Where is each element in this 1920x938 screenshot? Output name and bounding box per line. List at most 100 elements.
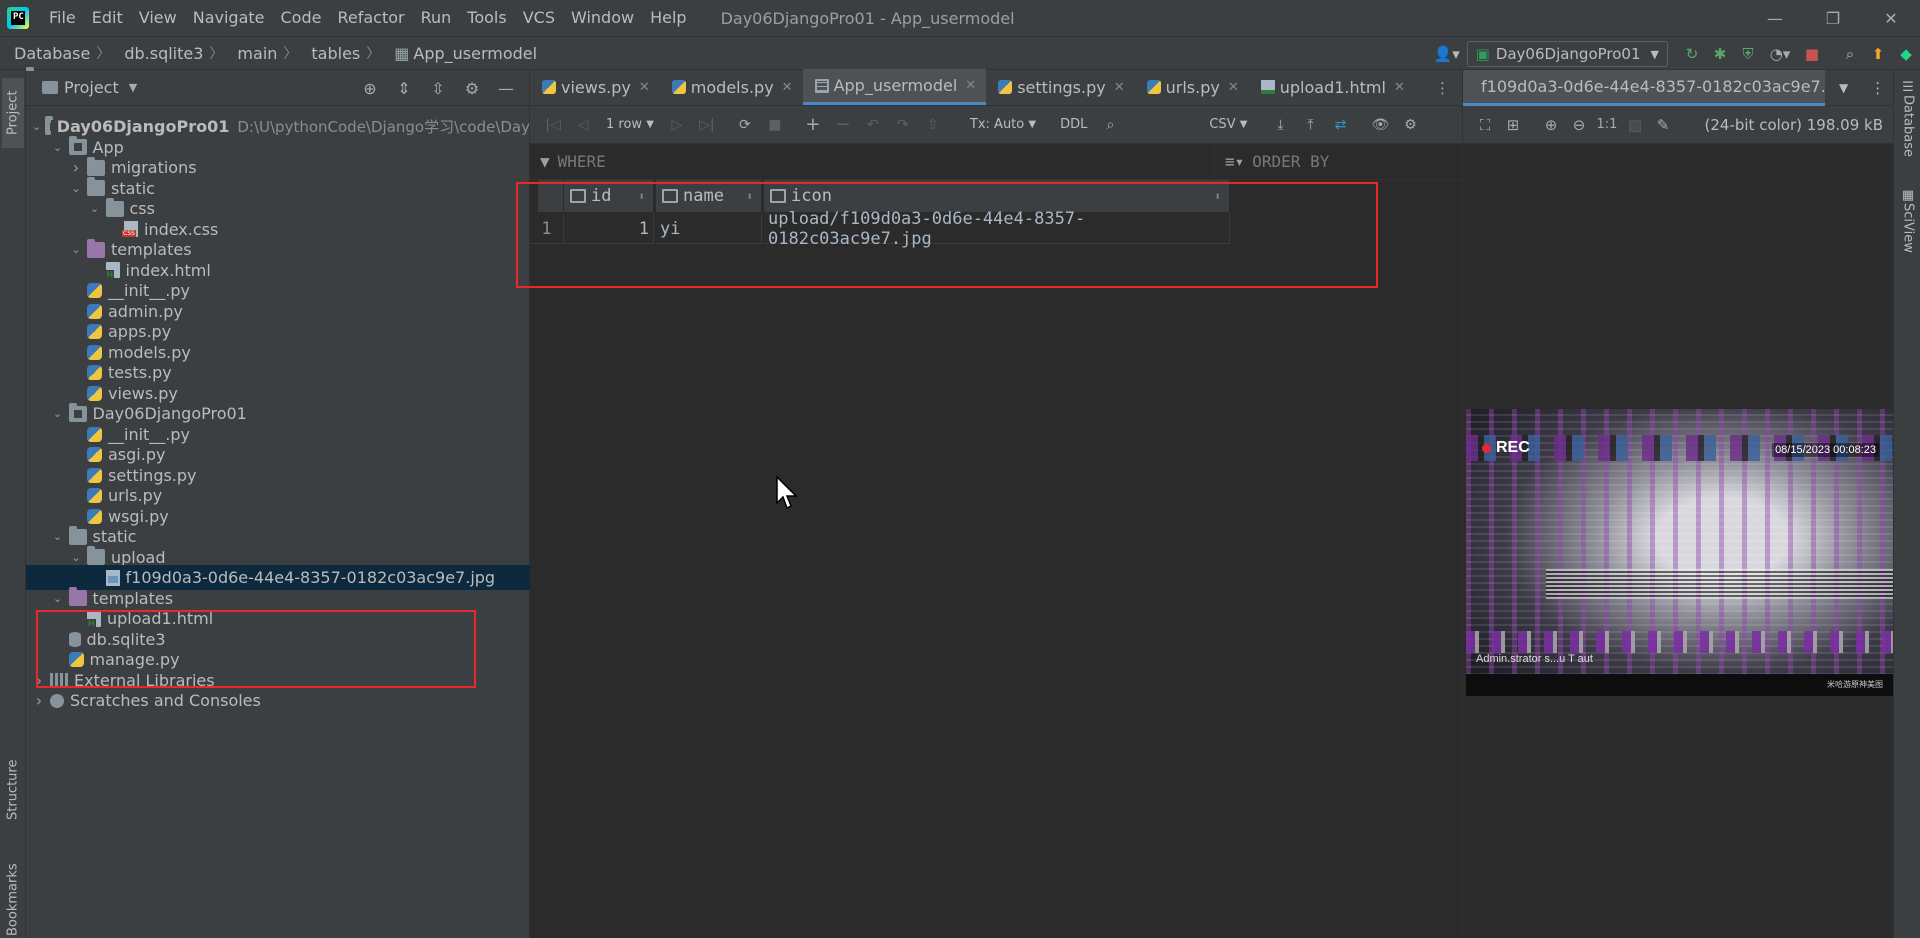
submit-icon[interactable]: ⇧ <box>920 112 946 138</box>
revert-selected-icon[interactable]: ↷ <box>890 112 916 138</box>
zoom-in-icon[interactable]: ⊕ <box>1537 116 1565 134</box>
sort-icon[interactable]: ⬍ <box>1214 190 1221 203</box>
first-page-icon[interactable]: |◁ <box>540 112 566 138</box>
chevron-down-icon[interactable]: ⌄ <box>51 141 65 154</box>
tab-views-py[interactable]: views.py ✕ <box>530 69 660 105</box>
ddl-button[interactable]: DDL <box>1054 112 1093 138</box>
project-tool-tab[interactable]: Project <box>2 78 24 148</box>
add-row-icon[interactable]: + <box>800 112 826 138</box>
color-picker-icon[interactable]: ✎ <box>1649 116 1677 134</box>
close-window-button[interactable]: ✕ <box>1862 0 1920 36</box>
tree-item[interactable]: › Scratches and Consoles <box>26 688 530 713</box>
actual-size-button[interactable]: 1:1 <box>1593 117 1621 132</box>
where-filter-input[interactable]: ▼ WHERE <box>530 152 1214 171</box>
sort-icon[interactable]: ⬍ <box>746 190 753 203</box>
search-icon[interactable]: ⌕ <box>1097 112 1123 138</box>
last-page-icon[interactable]: ▷| <box>694 112 720 138</box>
refresh-icon[interactable]: ⟳ <box>732 112 758 138</box>
stop-icon[interactable]: ■ <box>1798 40 1826 68</box>
menu-code[interactable]: Code <box>273 0 330 36</box>
project-panel-title[interactable]: Project <box>64 78 119 97</box>
zoom-out-icon[interactable]: ⊖ <box>1565 116 1593 134</box>
menu-run[interactable]: Run <box>413 0 460 36</box>
menu-edit[interactable]: Edit <box>84 0 131 36</box>
run-configuration-select[interactable]: ▣ Day06DjangoPro01 ▼ <box>1466 41 1668 67</box>
close-tab-icon[interactable]: ✕ <box>1394 80 1405 95</box>
chevron-right-icon[interactable]: › <box>32 691 46 710</box>
breadcrumb-item[interactable]: tables 〉 <box>297 43 380 63</box>
chevron-down-icon[interactable]: ▼ <box>1839 81 1848 95</box>
expand-all-icon[interactable]: ⇕ <box>387 79 421 98</box>
column-header-icon[interactable]: icon ⬍ <box>764 180 1230 212</box>
compare-icon[interactable]: ⇄ <box>1327 112 1353 138</box>
close-tab-icon[interactable]: ✕ <box>782 80 793 95</box>
search-everywhere-icon[interactable]: ⌕ <box>1836 40 1864 68</box>
import-icon[interactable]: ⤒ <box>1297 112 1323 138</box>
bookmarks-tool-tab[interactable]: Bookmarks <box>2 860 24 938</box>
jetbrains-toolbox-icon[interactable]: ◆ <box>1892 40 1920 68</box>
chevron-down-icon[interactable]: ⌄ <box>69 243 83 256</box>
next-page-icon[interactable]: ▷ <box>664 112 690 138</box>
chevron-down-icon[interactable]: ⌄ <box>88 202 102 215</box>
table-cell-name[interactable]: yi <box>656 214 762 244</box>
view-icon[interactable]: 👁 <box>1367 112 1393 138</box>
chevron-right-icon[interactable]: › <box>69 158 83 177</box>
collapse-all-icon[interactable]: ⇳ <box>421 79 455 98</box>
stop-query-icon[interactable]: ■ <box>762 112 788 138</box>
table-cell-id[interactable]: 1 <box>564 214 654 244</box>
tab-settings-py[interactable]: settings.py ✕ <box>986 69 1134 105</box>
rerun-icon[interactable]: ↻ <box>1678 40 1706 68</box>
menu-file[interactable]: File <box>41 0 84 36</box>
chevron-down-icon[interactable]: ⌄ <box>51 530 65 543</box>
background-icon[interactable]: ▨ <box>1621 116 1649 134</box>
close-tab-icon[interactable]: ✕ <box>1114 80 1125 95</box>
transaction-mode-select[interactable]: Tx: Auto ▼ <box>964 112 1042 138</box>
chevron-down-icon[interactable]: ⌄ <box>32 120 41 133</box>
menu-help[interactable]: Help <box>642 0 694 36</box>
minimize-button[interactable]: — <box>1746 0 1804 36</box>
order-by-input[interactable]: ≡▾ ORDER BY <box>1214 143 1462 180</box>
update-icon[interactable]: ⬆ <box>1864 40 1892 68</box>
hide-icon[interactable]: — <box>489 79 523 98</box>
breadcrumb-item[interactable]: Database 〉 <box>0 43 110 63</box>
close-tab-icon[interactable]: ✕ <box>639 80 650 95</box>
grid-icon[interactable]: ⊞ <box>1499 116 1527 134</box>
menu-tools[interactable]: Tools <box>459 0 514 36</box>
breadcrumb-item[interactable]: db.sqlite3 〉 <box>110 43 223 63</box>
restore-button[interactable]: ❐ <box>1804 0 1862 36</box>
tab-models-py[interactable]: models.py ✕ <box>660 69 803 105</box>
tab-urls-py[interactable]: urls.py ✕ <box>1135 69 1249 105</box>
row-number[interactable]: 1 <box>530 214 564 244</box>
menu-view[interactable]: View <box>131 0 185 36</box>
close-tab-icon[interactable]: ✕ <box>1228 80 1239 95</box>
revert-icon[interactable]: ↶ <box>860 112 886 138</box>
tab-image-file[interactable]: f109d0a3-0d6e-44e4-8357-0182c03ac9e7.jpg <box>1463 69 1825 106</box>
chevron-down-icon[interactable]: ▼ <box>129 81 137 94</box>
structure-tool-tab[interactable]: Structure <box>2 750 24 830</box>
more-tabs-icon[interactable]: ⋮ <box>1435 79 1450 97</box>
user-icon[interactable]: 👤▾ <box>1427 40 1467 68</box>
chevron-down-icon[interactable]: ⌄ <box>69 551 83 564</box>
menu-refactor[interactable]: Refactor <box>329 0 412 36</box>
database-tool-tab[interactable]: ☰ Database <box>1897 80 1919 160</box>
debug-icon[interactable]: ✱ <box>1706 40 1734 68</box>
tab-app-usermodel[interactable]: App_usermodel ✕ <box>802 69 987 105</box>
fit-icon[interactable]: ⛶ <box>1471 116 1499 134</box>
tab-upload1-html[interactable]: upload1.html ✕ <box>1249 69 1415 105</box>
previous-page-icon[interactable]: ◁ <box>570 112 596 138</box>
breadcrumb-item[interactable]: ▦ App_usermodel <box>380 43 537 63</box>
menu-vcs[interactable]: VCS <box>515 0 563 36</box>
chevron-down-icon[interactable]: ⌄ <box>69 182 83 195</box>
chevron-down-icon[interactable]: ⌄ <box>51 407 65 420</box>
table-cell-icon[interactable]: upload/f109d0a3-0d6e-44e4-8357-0182c03ac… <box>764 209 1230 249</box>
pycharm-logo-icon[interactable]: PC <box>7 7 29 29</box>
row-count-select[interactable]: 1 row ▼ <box>600 112 660 138</box>
chevron-right-icon[interactable]: › <box>32 671 46 690</box>
chevron-down-icon[interactable]: ⌄ <box>51 592 65 605</box>
delete-row-icon[interactable]: − <box>830 112 856 138</box>
sciview-tool-tab[interactable]: ▦ SciView <box>1897 188 1919 268</box>
column-header-id[interactable]: id ⬍ <box>564 180 654 212</box>
close-tab-icon[interactable]: ✕ <box>965 78 976 93</box>
coverage-icon[interactable]: ⛨ <box>1734 40 1762 68</box>
menu-navigate[interactable]: Navigate <box>185 0 273 36</box>
